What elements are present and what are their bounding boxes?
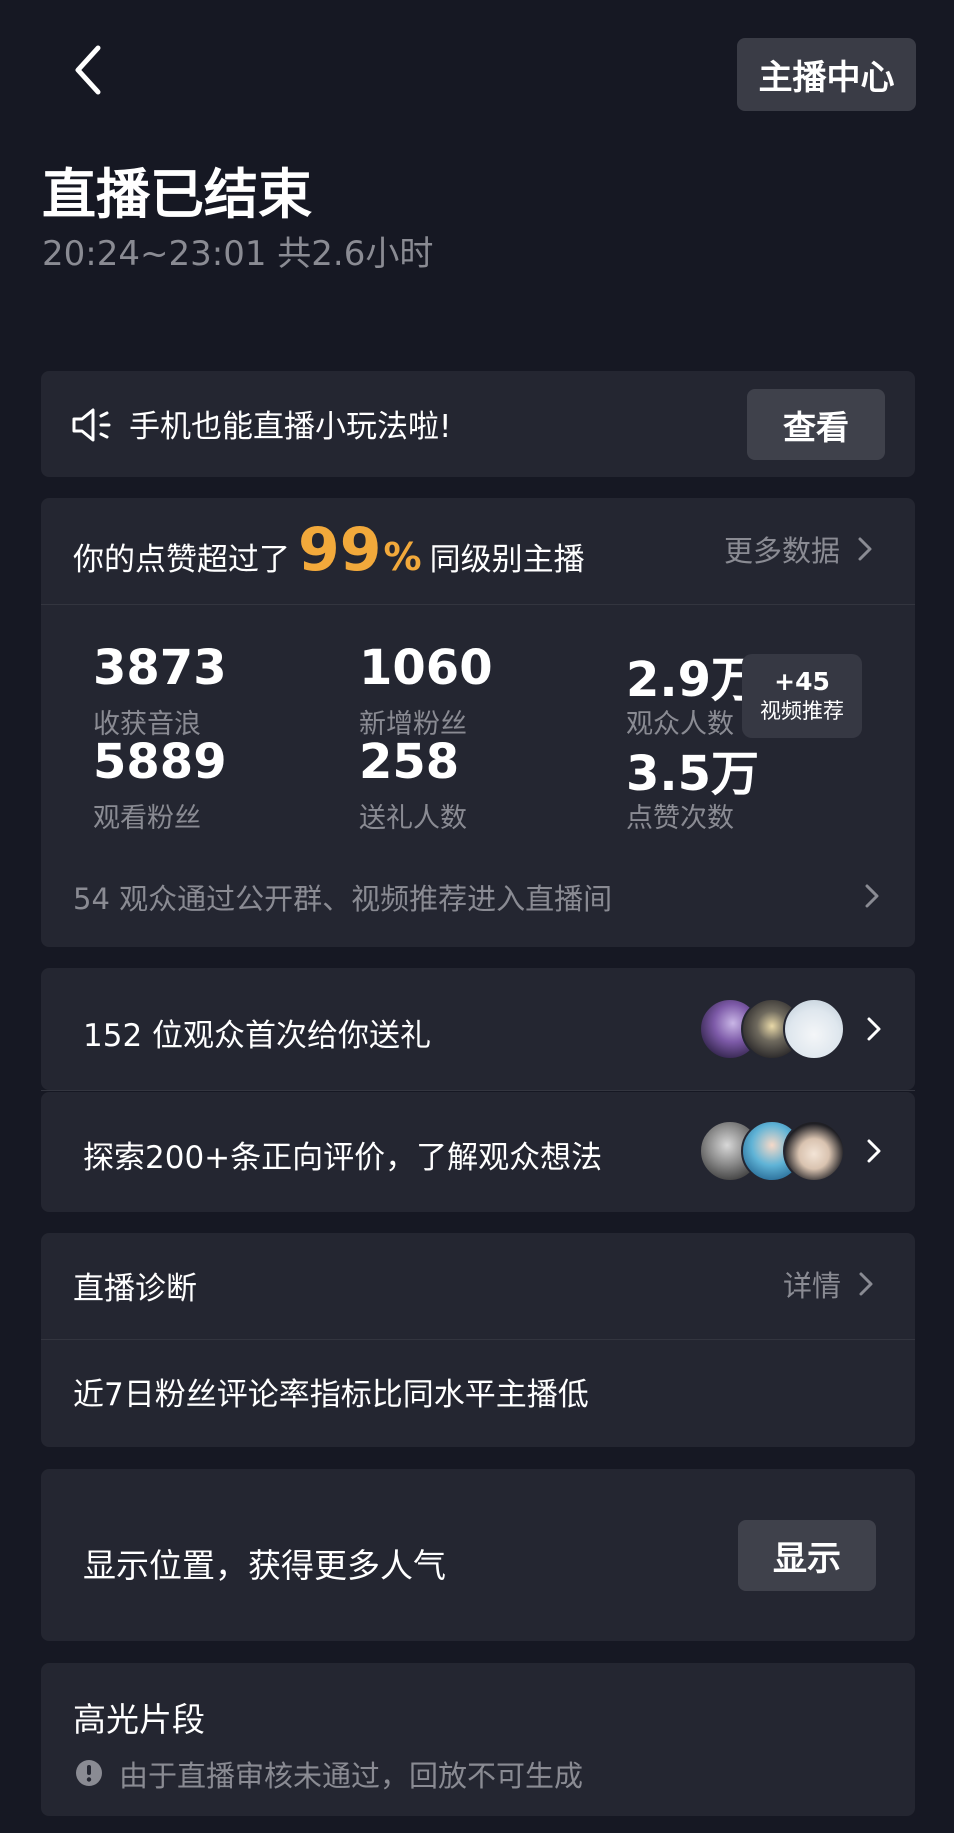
stat-value: 258 bbox=[359, 734, 460, 790]
page-title: 直播已结束 bbox=[42, 163, 312, 226]
stat-label: 点赞次数 bbox=[626, 803, 734, 834]
stat-label: 送礼人数 bbox=[359, 803, 467, 834]
chevron-right-icon bbox=[859, 1272, 873, 1296]
live-duration: 20:24~23:01 共2.6小时 bbox=[42, 234, 434, 274]
chevron-right-icon bbox=[867, 1017, 881, 1041]
likes-percent-sign: % bbox=[383, 535, 422, 579]
show-location-button[interactable]: 显示 bbox=[738, 1520, 876, 1591]
view-button[interactable]: 查看 bbox=[747, 389, 885, 460]
chevron-right-icon[interactable] bbox=[861, 881, 883, 911]
details-label: 详情 bbox=[783, 1269, 842, 1303]
highlights-message: 由于直播审核未通过，回放不可生成 bbox=[119, 1759, 584, 1793]
avatar bbox=[783, 998, 845, 1060]
reviews-row[interactable]: 探索200+条正向评价，了解观众想法 bbox=[41, 1092, 915, 1212]
likes-suffix: 同级别主播 bbox=[429, 542, 585, 578]
likes-prefix: 你的点赞超过了 bbox=[73, 542, 290, 578]
more-data-label: 更多数据 bbox=[724, 534, 841, 568]
diagnosis-card: 直播诊断 详情 近7日粉丝评论率指标比同水平主播低 bbox=[41, 1233, 915, 1447]
chevron-right-icon bbox=[858, 537, 872, 561]
divider bbox=[41, 1090, 915, 1091]
speaker-icon bbox=[72, 408, 111, 442]
diagnosis-message: 近7日粉丝评论率指标比同水平主播低 bbox=[73, 1377, 589, 1413]
banner-text: 手机也能直播小玩法啦! bbox=[129, 409, 452, 445]
stats-card: 你的点赞超过了 99 % 同级别主播 更多数据 3873 收获音浪 1060 新… bbox=[41, 498, 915, 947]
highlights-card: 高光片段 由于直播审核未通过，回放不可生成 bbox=[41, 1663, 915, 1816]
diagnosis-title: 直播诊断 bbox=[73, 1271, 197, 1307]
stat-value: 2.9万 bbox=[626, 652, 760, 708]
reviews-text: 探索200+条正向评价，了解观众想法 bbox=[83, 1140, 603, 1176]
location-text: 显示位置，获得更多人气 bbox=[83, 1546, 446, 1585]
chevron-left-icon bbox=[75, 45, 101, 95]
video-recommend-badge: +45 视频推荐 bbox=[742, 654, 862, 738]
first-gift-row[interactable]: 152 位观众首次给你送礼 bbox=[41, 968, 915, 1090]
stat-value: 3873 bbox=[93, 640, 227, 696]
back-button[interactable] bbox=[58, 40, 118, 100]
stat-value: 1060 bbox=[359, 640, 493, 696]
promo-banner: 手机也能直播小玩法啦! 查看 bbox=[41, 371, 915, 477]
avatar bbox=[783, 1120, 845, 1182]
warning-icon bbox=[76, 1760, 102, 1786]
highlights-title: 高光片段 bbox=[73, 1700, 205, 1739]
badge-count: +45 bbox=[774, 667, 830, 696]
stat-value: 3.5万 bbox=[626, 746, 760, 802]
diagnosis-details-link[interactable]: 详情 bbox=[783, 1263, 877, 1305]
likes-percent: 99 bbox=[298, 515, 382, 585]
entry-route-text[interactable]: 54 观众通过公开群、视频推荐进入直播间 bbox=[73, 876, 612, 918]
first-gift-text: 152 位观众首次给你送礼 bbox=[83, 1018, 432, 1054]
divider bbox=[41, 604, 915, 605]
more-data-link[interactable]: 更多数据 bbox=[724, 528, 876, 570]
stat-value: 5889 bbox=[93, 734, 227, 790]
likes-summary: 你的点赞超过了 99 % 同级别主播 bbox=[73, 518, 585, 582]
anchor-center-button[interactable]: 主播中心 bbox=[737, 38, 916, 111]
badge-label: 视频推荐 bbox=[760, 699, 844, 723]
divider bbox=[41, 1339, 915, 1340]
location-card: 显示位置，获得更多人气 显示 bbox=[41, 1469, 915, 1641]
chevron-right-icon bbox=[867, 1139, 881, 1163]
stat-label: 观看粉丝 bbox=[93, 803, 201, 834]
